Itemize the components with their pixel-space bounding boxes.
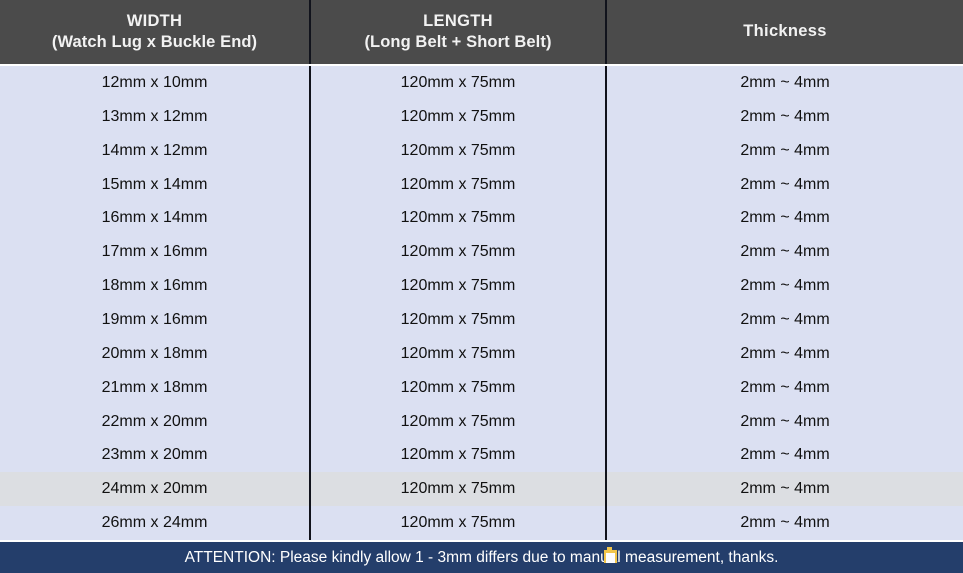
cell-thickness: 2mm ~ 4mm — [605, 506, 963, 541]
cell-thickness: 2mm ~ 4mm — [605, 133, 963, 168]
cell-length: 120mm x 75mm — [309, 66, 605, 100]
cell-width: 18mm x 16mm — [101, 277, 208, 295]
cell-thickness: 2mm ~ 4mm — [605, 336, 963, 371]
cell-thickness: 2mm ~ 4mm — [605, 167, 963, 202]
attention-banner-text: ATTENTION: Please kindly allow 1 - 3mm d… — [184, 548, 779, 566]
table-row: 12mm x 10mm 120mm x 75mm 2mm ~ 4mm — [0, 66, 963, 100]
table-row: 23mm x 20mm 120mm x 75mm 2mm ~ 4mm — [0, 438, 963, 473]
cell-thickness: 2mm ~ 4mm — [605, 269, 963, 304]
column-header-thickness: Thickness — [605, 0, 963, 64]
table-row: 20mm x 18mm 120mm x 75mm 2mm ~ 4mm — [0, 336, 963, 371]
cell-length: 120mm x 75mm — [309, 303, 605, 337]
table-row: 21mm x 18mm 120mm x 75mm 2mm ~ 4mm — [0, 370, 963, 405]
column-header-width-subtitle: (Watch Lug x Buckle End) — [51, 33, 258, 51]
cell-length: 120mm x 75mm — [309, 404, 605, 439]
table-row: 17mm x 16mm 120mm x 75mm 2mm ~ 4mm — [0, 235, 963, 270]
table-header-row: WIDTH (Watch Lug x Buckle End) LENGTH (L… — [0, 0, 963, 66]
cell-length: 120mm x 75mm — [309, 201, 605, 236]
column-header-width-title: WIDTH — [126, 11, 183, 30]
cell-thickness: 2mm ~ 4mm — [605, 370, 963, 405]
cell-length: 120mm x 75mm — [309, 269, 605, 304]
watch-strap-size-table: WIDTH (Watch Lug x Buckle End) LENGTH (L… — [0, 0, 963, 573]
cell-length: 120mm x 75mm — [309, 472, 605, 507]
attention-banner: ATTENTION: Please kindly allow 1 - 3mm d… — [0, 540, 963, 573]
cell-thickness: 2mm ~ 4mm — [605, 201, 963, 236]
cell-length: 120mm x 75mm — [309, 133, 605, 168]
cell-width: 13mm x 12mm — [101, 107, 208, 125]
cell-thickness: 2mm ~ 4mm — [605, 235, 963, 270]
cell-thickness: 2mm ~ 4mm — [605, 303, 963, 337]
cell-width: 14mm x 12mm — [101, 141, 208, 159]
cell-thickness: 2mm ~ 4mm — [605, 66, 963, 100]
cell-thickness: 2mm ~ 4mm — [605, 438, 963, 473]
cell-width: 15mm x 14mm — [101, 175, 208, 193]
table-row: 22mm x 20mm 120mm x 75mm 2mm ~ 4mm — [0, 404, 963, 439]
cell-length: 120mm x 75mm — [309, 438, 605, 473]
table-row: 26mm x 24mm 120mm x 75mm 2mm ~ 4mm — [0, 506, 963, 541]
cell-length: 120mm x 75mm — [309, 370, 605, 405]
cell-width: 12mm x 10mm — [101, 73, 208, 91]
cell-length: 120mm x 75mm — [309, 336, 605, 371]
cell-width: 24mm x 20mm — [101, 480, 208, 498]
cell-width: 22mm x 20mm — [101, 412, 208, 430]
table-row: 24mm x 20mm 120mm x 75mm 2mm ~ 4mm — [0, 472, 963, 507]
cell-thickness: 2mm ~ 4mm — [605, 404, 963, 439]
column-header-length-subtitle: (Long Belt + Short Belt) — [364, 33, 552, 51]
table-row: 14mm x 12mm 120mm x 75mm 2mm ~ 4mm — [0, 133, 963, 168]
cell-width: 23mm x 20mm — [101, 446, 208, 464]
cell-length: 120mm x 75mm — [309, 99, 605, 134]
table-row: 19mm x 16mm 120mm x 75mm 2mm ~ 4mm — [0, 303, 963, 337]
cell-width: 16mm x 14mm — [101, 209, 208, 227]
column-header-width: WIDTH (Watch Lug x Buckle End) — [0, 0, 309, 64]
column-header-length-title: LENGTH — [423, 11, 493, 30]
cell-width: 19mm x 16mm — [101, 310, 208, 328]
cell-width: 21mm x 18mm — [101, 378, 208, 396]
table-row: 15mm x 14mm 120mm x 75mm 2mm ~ 4mm — [0, 167, 963, 202]
column-header-thickness-title: Thickness — [743, 22, 827, 41]
table-body: 12mm x 10mm 120mm x 75mm 2mm ~ 4mm 13mm x 1… — [0, 66, 963, 541]
cell-width: 26mm x 24mm — [101, 514, 208, 532]
cell-length: 120mm x 75mm — [309, 235, 605, 270]
table-row: 13mm x 12mm 120mm x 75mm 2mm ~ 4mm — [0, 99, 963, 134]
table-row: 18mm x 16mm 120mm x 75mm 2mm ~ 4mm — [0, 269, 963, 304]
cell-length: 120mm x 75mm — [309, 167, 605, 202]
cell-width: 20mm x 18mm — [101, 344, 208, 362]
cell-width: 17mm x 16mm — [101, 243, 208, 261]
cell-thickness: 2mm ~ 4mm — [605, 472, 963, 507]
cell-thickness: 2mm ~ 4mm — [605, 99, 963, 134]
cell-length: 120mm x 75mm — [309, 506, 605, 541]
table-row: 16mm x 14mm 120mm x 75mm 2mm ~ 4mm — [0, 201, 963, 236]
column-header-length: LENGTH (Long Belt + Short Belt) — [309, 0, 605, 64]
